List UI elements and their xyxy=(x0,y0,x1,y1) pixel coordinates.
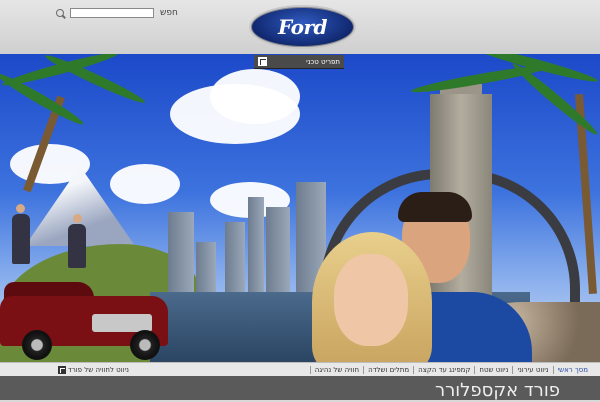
main-nav: מסך ראשי ניווט עירוני ניווט שטח קמפינג ע… xyxy=(54,362,600,376)
hero-image xyxy=(0,54,600,362)
search-input[interactable] xyxy=(70,8,154,18)
cloud xyxy=(110,164,180,204)
footer-title: פורד אקספלורר xyxy=(434,380,560,401)
nav-item-home[interactable]: מסך ראשי xyxy=(552,365,592,374)
nav-left-strip xyxy=(0,362,54,377)
hiker xyxy=(12,214,30,264)
nav-item-camping[interactable]: קמפינג עד הקצה xyxy=(413,365,474,374)
nav-item-suspension[interactable]: מתלים ושלדה xyxy=(363,365,413,374)
nav-item-experience[interactable]: חוויה של נהיגה xyxy=(309,365,363,374)
nav-item-urban[interactable]: ניווט עירוני xyxy=(512,365,552,374)
building xyxy=(168,212,194,292)
ford-logo[interactable]: Ford xyxy=(249,5,356,49)
arrow-up-left-icon[interactable] xyxy=(58,366,66,374)
building xyxy=(225,222,245,292)
suv-wheel xyxy=(22,330,52,360)
hiker xyxy=(68,224,86,268)
search-area: חפש xyxy=(55,7,178,19)
hiker-head xyxy=(16,204,25,213)
couple-photo xyxy=(282,192,532,362)
building xyxy=(196,242,216,292)
search-label: חפש xyxy=(160,8,178,18)
arrow-up-left-icon xyxy=(258,57,267,66)
building xyxy=(248,197,264,292)
footer: פורד אקספלורר xyxy=(0,376,600,401)
woman-face xyxy=(334,254,408,346)
tech-menu-button[interactable]: תפריט טכני xyxy=(254,55,344,69)
tech-menu-label: תפריט טכני xyxy=(306,57,340,66)
suv-wheel xyxy=(130,330,160,360)
nav-item-offroad[interactable]: ניווט שטח xyxy=(474,365,512,374)
man-hair xyxy=(398,192,472,222)
cloud xyxy=(210,69,300,124)
logo-text: Ford xyxy=(278,15,327,39)
ford-explorer-suv xyxy=(0,282,172,362)
header: חפש Ford xyxy=(0,0,600,54)
hiker-head xyxy=(73,214,82,223)
search-icon[interactable] xyxy=(55,8,66,19)
